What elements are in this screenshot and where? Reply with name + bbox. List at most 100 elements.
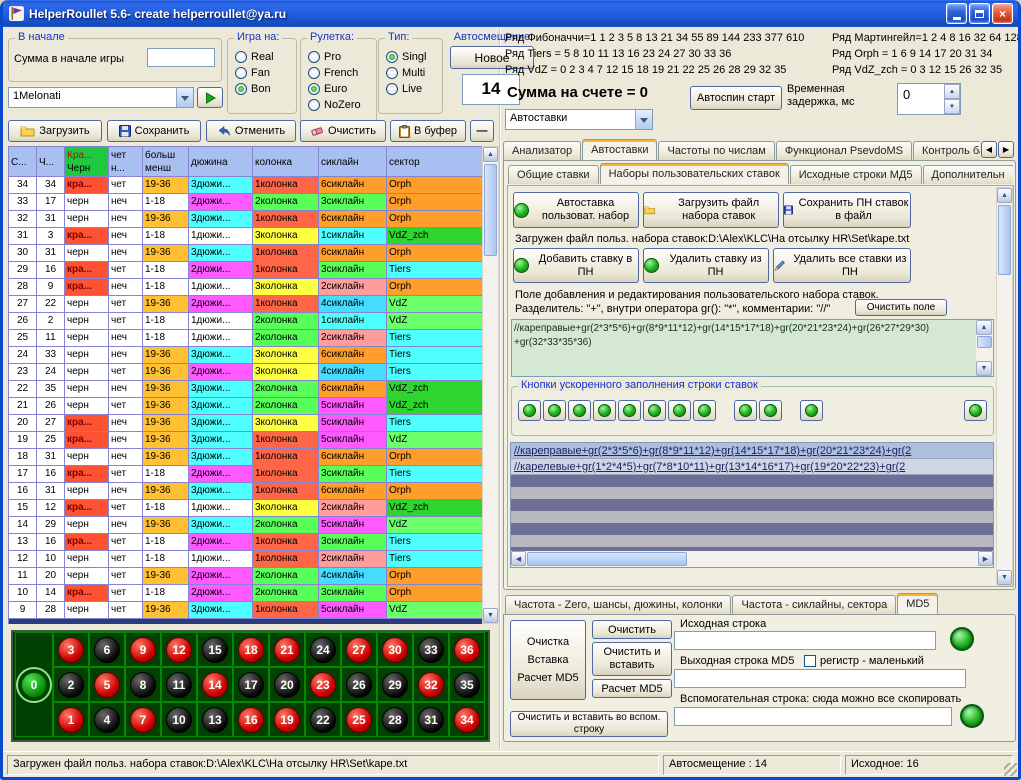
board-cell[interactable]: 13	[197, 702, 233, 737]
stake-list-hscrollbar[interactable]: ◀ ▶	[511, 551, 993, 567]
load-stake-file-button[interactable]: Загрузить файл набора ставок	[643, 192, 779, 228]
board-cell[interactable]: 32	[413, 667, 449, 702]
radio-option-0[interactable]: Real	[235, 51, 274, 63]
scroll-track[interactable]	[483, 162, 498, 608]
start-sum-input[interactable]	[147, 48, 215, 67]
delete-all-stakes-button[interactable]: Удалить все ставки из ПН	[773, 248, 911, 283]
checkbox-icon[interactable]	[804, 655, 816, 667]
board-number-11[interactable]: 11	[166, 672, 192, 698]
board-number-8[interactable]: 8	[130, 672, 156, 698]
board-cell[interactable]: 12	[161, 632, 197, 667]
radio-option-1[interactable]: French	[308, 67, 361, 79]
sub-tab-1[interactable]: Наборы пользовательских ставок	[600, 163, 789, 184]
md5-aux-input[interactable]	[674, 707, 952, 726]
scroll-thumb[interactable]	[977, 336, 992, 348]
stake-list[interactable]: //кареправые+gr(2*3*5*6)+gr(8*9*11*12)+g…	[510, 442, 994, 568]
sub-tab-3[interactable]: Дополнительн	[923, 165, 1014, 184]
maximize-button[interactable]	[969, 3, 990, 24]
board-number-29[interactable]: 29	[382, 672, 408, 698]
clear-button[interactable]: Очистить	[300, 120, 386, 142]
board-number-3[interactable]: 3	[58, 637, 84, 663]
scroll-up-button[interactable]: ▲	[483, 147, 498, 162]
scroll-track[interactable]	[976, 335, 993, 361]
md5-clear-button[interactable]: Очистить	[592, 620, 672, 639]
board-cell[interactable]: 21	[269, 632, 305, 667]
quick-fill-button[interactable]	[593, 400, 616, 421]
board-number-17[interactable]: 17	[238, 672, 264, 698]
md5-calc-button[interactable]: Расчет MD5	[592, 679, 672, 698]
scroll-down-button[interactable]: ▼	[997, 570, 1012, 585]
quick-fill-button[interactable]	[618, 400, 641, 421]
autospin-start-button[interactable]: Автоспин старт	[690, 86, 782, 110]
chevron-down-icon[interactable]	[635, 110, 652, 129]
board-number-34[interactable]: 34	[454, 707, 480, 733]
board-number-30[interactable]: 30	[382, 637, 408, 663]
board-cell[interactable]: 23	[305, 667, 341, 702]
board-number-32[interactable]: 32	[418, 672, 444, 698]
board-cell[interactable]: 28	[377, 702, 413, 737]
freq-tab-0[interactable]: Частота - Zero, шансы, дюжины, колонки	[505, 595, 731, 614]
sub-tab-0[interactable]: Общие ставки	[508, 165, 599, 184]
delay-spinner[interactable]: 0 ▲ ▼	[897, 83, 961, 115]
history-scrollbar[interactable]: ▲ ▼	[482, 146, 499, 624]
board-cell[interactable]: 29	[377, 667, 413, 702]
board-number-36[interactable]: 36	[454, 637, 480, 663]
undo-button[interactable]: Отменить	[206, 120, 296, 142]
board-cell[interactable]: 14	[197, 667, 233, 702]
close-button[interactable]: ×	[992, 3, 1013, 24]
board-cell[interactable]: 20	[269, 667, 305, 702]
panel-scrollbar[interactable]: ▲ ▼	[996, 187, 1013, 586]
quick-fill-button[interactable]	[518, 400, 541, 421]
board-cell[interactable]: 24	[305, 632, 341, 667]
titlebar[interactable]: HelperRoullet 5.6- create helperroullet@…	[3, 0, 1018, 27]
board-number-9[interactable]: 9	[130, 637, 156, 663]
tabs-scroll-left-button[interactable]: ◀	[981, 141, 997, 158]
md5-combo-button[interactable]: Очистка Вставка Расчет MD5	[510, 620, 586, 700]
board-cell[interactable]: 30	[377, 632, 413, 667]
board-number-25[interactable]: 25	[346, 707, 372, 733]
board-cell[interactable]: 17	[233, 667, 269, 702]
scroll-down-button[interactable]: ▼	[976, 361, 992, 376]
board-number-2[interactable]: 2	[58, 672, 84, 698]
board-cell[interactable]: 25	[341, 702, 377, 737]
scroll-thumb[interactable]	[998, 205, 1011, 275]
board-number-23[interactable]: 23	[310, 672, 336, 698]
radio-option-0[interactable]: Singl	[386, 51, 426, 63]
board-number-20[interactable]: 20	[274, 672, 300, 698]
board-cell[interactable]: 33	[413, 632, 449, 667]
main-tab-0[interactable]: Анализатор	[503, 141, 581, 160]
quick-fill-button[interactable]	[643, 400, 666, 421]
board-number-28[interactable]: 28	[382, 707, 408, 733]
play-button[interactable]	[197, 87, 223, 108]
board-number-18[interactable]: 18	[238, 637, 264, 663]
board-cell[interactable]: 9	[125, 632, 161, 667]
main-tab-2[interactable]: Частоты по числам	[658, 141, 774, 160]
board-cell[interactable]: 7	[125, 702, 161, 737]
main-tab-1[interactable]: Автоставки	[582, 139, 657, 160]
board-cell[interactable]: 18	[233, 632, 269, 667]
main-tab-3[interactable]: Функционал PsevdoMS	[776, 141, 912, 160]
board-number-21[interactable]: 21	[274, 637, 300, 663]
scroll-thumb[interactable]	[484, 164, 497, 256]
clear-field-button[interactable]: Очистить поле	[855, 299, 947, 316]
quick-fill-button[interactable]	[568, 400, 591, 421]
scroll-down-button[interactable]: ▼	[483, 608, 498, 623]
md5-aux-coin-button[interactable]	[960, 704, 984, 728]
spin-up-button[interactable]: ▲	[944, 84, 960, 99]
md5-output-input[interactable]	[674, 669, 966, 688]
radio-option-3[interactable]: NoZero	[308, 99, 361, 111]
board-number-12[interactable]: 12	[166, 637, 192, 663]
board-cell[interactable]: 5	[89, 667, 125, 702]
scroll-up-button[interactable]: ▲	[997, 188, 1012, 203]
minimize-button[interactable]	[946, 3, 967, 24]
md5-clear-paste-aux-button[interactable]: Очистить и вставить во вспом. строку	[510, 711, 668, 737]
freq-tab-1[interactable]: Частота - сиклайны, сектора	[732, 595, 896, 614]
board-number-22[interactable]: 22	[310, 707, 336, 733]
board-cell[interactable]: 35	[449, 667, 485, 702]
radio-option-2[interactable]: Live	[386, 83, 426, 95]
tabs-scroll-right-button[interactable]: ▶	[998, 141, 1014, 158]
scroll-track[interactable]	[526, 551, 978, 567]
board-number-4[interactable]: 4	[94, 707, 120, 733]
board-number-27[interactable]: 27	[346, 637, 372, 663]
collapse-button[interactable]: —	[470, 120, 494, 142]
